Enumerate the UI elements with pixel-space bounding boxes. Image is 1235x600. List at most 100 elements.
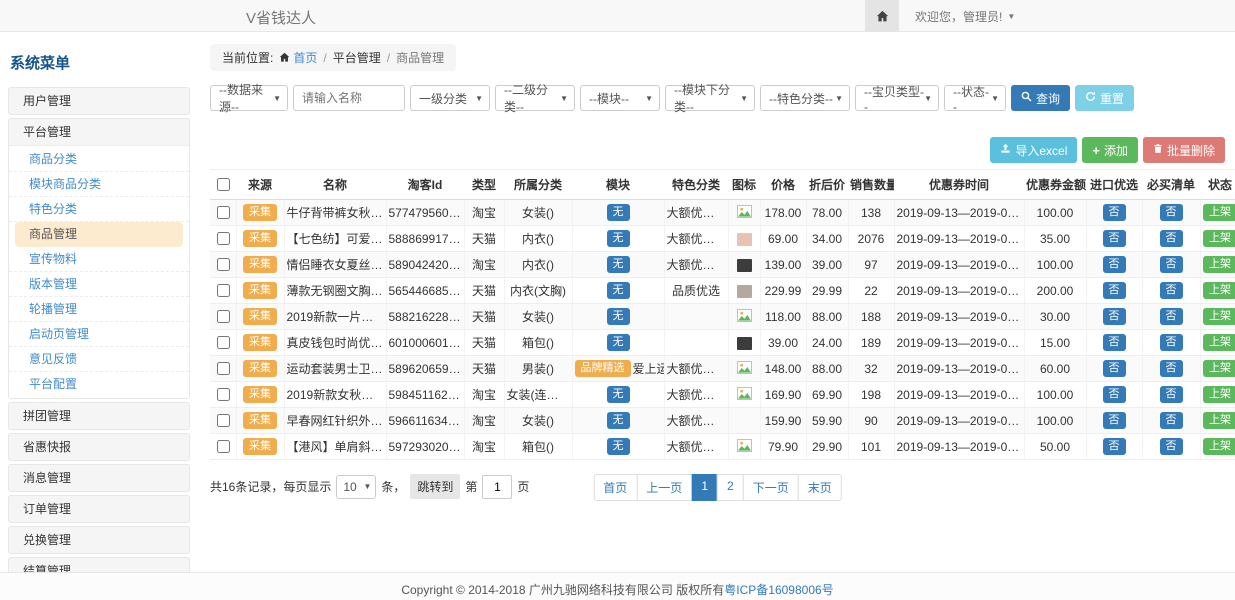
row-checkbox[interactable] [217, 414, 230, 427]
must-buy-toggle[interactable]: 否 [1160, 230, 1183, 247]
sidebar-subitem[interactable]: 模块商品分类 [9, 172, 189, 197]
cell-name[interactable]: 情侣睡衣女夏丝绸男士... [284, 252, 386, 278]
module-subcategory-select[interactable]: --模块下分类--▼ [665, 85, 755, 111]
per-page-select[interactable]: 10▼ [336, 475, 376, 499]
sidebar-group-header[interactable]: 兑换管理 [9, 527, 189, 553]
jump-button[interactable]: 跳转到 [410, 474, 460, 499]
table-row: 采集2019新款女秋薄款...598451162391淘宝女装(连衣裙)无大额优… [210, 382, 1235, 408]
sidebar-subitem[interactable]: 版本管理 [9, 272, 189, 297]
search-button[interactable]: 查询 [1011, 85, 1070, 111]
pager-button[interactable]: 首页 [593, 474, 637, 501]
name-search-input[interactable] [293, 85, 405, 111]
must-buy-toggle[interactable]: 否 [1160, 308, 1183, 325]
must-buy-toggle[interactable]: 否 [1160, 386, 1183, 403]
add-button[interactable]: + 添加 [1082, 137, 1138, 163]
row-checkbox[interactable] [217, 310, 230, 323]
feature-category-select[interactable]: --特色分类--▼ [760, 85, 850, 111]
import-select-toggle[interactable]: 否 [1103, 412, 1126, 429]
import-select-toggle[interactable]: 否 [1103, 230, 1126, 247]
row-checkbox[interactable] [217, 258, 230, 271]
cell-name[interactable]: 牛仔背带裤女秋装减龄... [284, 200, 386, 226]
sidebar-subitem[interactable]: 平台配置 [9, 372, 189, 397]
cell-name[interactable]: 2019新款一片式系... [284, 304, 386, 330]
breadcrumb-section[interactable]: 平台管理 [333, 49, 381, 66]
status-badge[interactable]: 上架 [1203, 204, 1235, 221]
pager-button[interactable]: 1 [691, 474, 718, 501]
pager-button[interactable]: 上一页 [636, 474, 692, 501]
status-badge[interactable]: 上架 [1203, 386, 1235, 403]
sidebar-group-header[interactable]: 省惠快报 [9, 434, 189, 460]
module-badge: 无 [607, 386, 630, 403]
column-header: 名称 [284, 170, 386, 200]
cell-name[interactable]: 【港风】单肩斜跨链条... [284, 434, 386, 460]
cell-name[interactable]: 【七色纺】可爱纯棉家... [284, 226, 386, 252]
must-buy-toggle[interactable]: 否 [1160, 334, 1183, 351]
sidebar-group-header[interactable]: 消息管理 [9, 465, 189, 491]
sidebar-subitem[interactable]: 商品管理 [15, 222, 183, 247]
home-button[interactable] [865, 0, 899, 32]
row-checkbox[interactable] [217, 440, 230, 453]
import-select-toggle[interactable]: 否 [1103, 308, 1126, 325]
status-badge[interactable]: 上架 [1203, 360, 1235, 377]
row-checkbox[interactable] [217, 206, 230, 219]
pager-button[interactable]: 2 [717, 474, 744, 501]
status-select[interactable]: --状态--▼ [944, 85, 1006, 111]
item-type-select[interactable]: --宝贝类型--▼ [855, 85, 939, 111]
status-badge[interactable]: 上架 [1203, 230, 1235, 247]
cell-name[interactable]: 运动套装男士卫衣初秋... [284, 356, 386, 382]
row-checkbox[interactable] [217, 232, 230, 245]
sidebar-subitem[interactable]: 商品分类 [9, 147, 189, 172]
cell-name[interactable]: 2019新款女秋薄款... [284, 382, 386, 408]
cell-name[interactable]: 真皮钱包时尚优雅女士... [284, 330, 386, 356]
sidebar-subitem[interactable]: 意见反馈 [9, 347, 189, 372]
page-number-input[interactable] [482, 475, 512, 499]
import-excel-button[interactable]: 导入excel [990, 137, 1077, 163]
cell-name[interactable]: 早春网红针织外套女春... [284, 408, 386, 434]
status-badge[interactable]: 上架 [1203, 282, 1235, 299]
import-select-toggle[interactable]: 否 [1103, 386, 1126, 403]
must-buy-toggle[interactable]: 否 [1160, 438, 1183, 455]
sidebar-group-header[interactable]: 订单管理 [9, 496, 189, 522]
pager-button[interactable]: 下一页 [743, 474, 799, 501]
module-select[interactable]: --模块--▼ [580, 85, 660, 111]
sidebar-group-header[interactable]: 平台管理 [9, 119, 189, 145]
reset-button[interactable]: 重置 [1075, 85, 1134, 111]
data-source-select[interactable]: --数据来源--▼ [210, 85, 288, 111]
status-badge[interactable]: 上架 [1203, 308, 1235, 325]
sidebar-subitem[interactable]: 轮播管理 [9, 297, 189, 322]
batch-delete-button[interactable]: 批量删除 [1143, 137, 1225, 163]
import-select-toggle[interactable]: 否 [1103, 282, 1126, 299]
must-buy-toggle[interactable]: 否 [1160, 412, 1183, 429]
status-badge[interactable]: 上架 [1203, 412, 1235, 429]
pager-button[interactable]: 末页 [798, 474, 842, 501]
import-select-toggle[interactable]: 否 [1103, 360, 1126, 377]
status-badge[interactable]: 上架 [1203, 438, 1235, 455]
import-select-toggle[interactable]: 否 [1103, 438, 1126, 455]
cell-name[interactable]: 薄款无钢圈文胸聚拢性... [284, 278, 386, 304]
must-buy-toggle[interactable]: 否 [1160, 282, 1183, 299]
must-buy-toggle[interactable]: 否 [1160, 256, 1183, 273]
status-badge[interactable]: 上架 [1203, 256, 1235, 273]
cell-source: 采集 [236, 434, 284, 460]
icp-link[interactable]: 粤ICP备16098006号 [724, 583, 833, 597]
row-checkbox[interactable] [217, 362, 230, 375]
sidebar-subitem[interactable]: 宣传物料 [9, 247, 189, 272]
import-select-toggle[interactable]: 否 [1103, 256, 1126, 273]
row-checkbox[interactable] [217, 388, 230, 401]
must-buy-toggle[interactable]: 否 [1160, 204, 1183, 221]
sidebar-group-header[interactable]: 拼团管理 [9, 403, 189, 429]
select-all-checkbox[interactable] [217, 178, 230, 191]
breadcrumb-home-link[interactable]: 首页 [279, 49, 317, 66]
user-menu[interactable]: 欢迎您，管理员! ▼ [915, 8, 1015, 25]
row-checkbox[interactable] [217, 336, 230, 349]
status-badge[interactable]: 上架 [1203, 334, 1235, 351]
import-select-toggle[interactable]: 否 [1103, 204, 1126, 221]
sidebar-subitem[interactable]: 特色分类 [9, 197, 189, 222]
import-select-toggle[interactable]: 否 [1103, 334, 1126, 351]
sidebar-group-header[interactable]: 用户管理 [9, 88, 189, 114]
row-checkbox[interactable] [217, 284, 230, 297]
sidebar-subitem[interactable]: 启动页管理 [9, 322, 189, 347]
must-buy-toggle[interactable]: 否 [1160, 360, 1183, 377]
level1-category-select[interactable]: 一级分类▼ [410, 85, 490, 111]
level2-category-select[interactable]: --二级分类--▼ [495, 85, 575, 111]
